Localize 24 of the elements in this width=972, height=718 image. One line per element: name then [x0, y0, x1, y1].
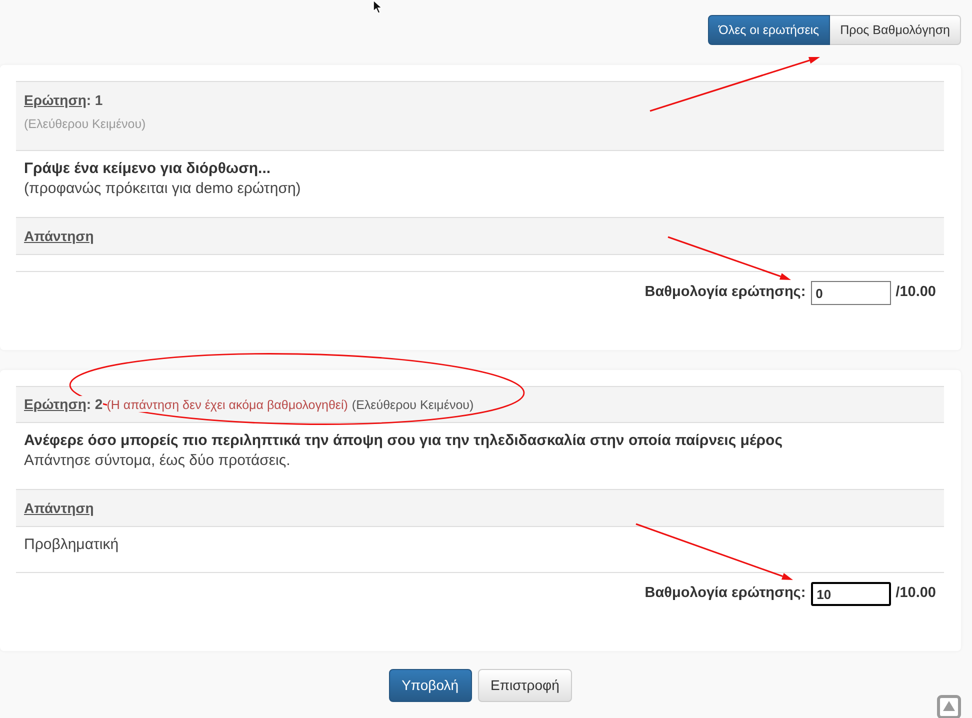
question-title: Ερώτηση: 2 — [24, 396, 103, 412]
question-note: Απάντησε σύντομα, έως δύο προτάσεις. — [24, 451, 290, 471]
filter-tab[interactable]: Προς Βαθμολόγηση — [830, 15, 961, 45]
question-type: (Ελεύθερου Κειμένου) — [24, 116, 146, 133]
question-note: (προφανώς πρόκειται για demo ερώτηση) — [24, 179, 301, 199]
question-text: Ανέφερε όσο μπορείς πιο περιληπτικά την άποψη σου για την τηλεδιδασκαλία στην οποία παίρνεις μέρος — [24, 431, 782, 451]
score-input[interactable]: 0 — [810, 281, 891, 305]
submit-button[interactable]: Υποβολή — [388, 669, 472, 702]
question-text: Γράψε ένα κείμενο για διόρθωση... — [24, 159, 271, 179]
back-button[interactable]: Επιστροφή — [478, 669, 572, 702]
mouse-cursor-icon — [373, 0, 385, 14]
answer-text: Προβληματική — [24, 535, 119, 555]
grading-status: (Η απάντηση δεν έχει ακόμα βαθμολογηθεί) — [106, 398, 348, 412]
scroll-top-icon[interactable] — [937, 695, 961, 718]
score-label: Βαθμολογία ερώτησης: — [644, 584, 806, 604]
answer-heading: Απάντηση — [24, 500, 94, 516]
filter-tab[interactable]: Όλες οι ερωτήσεις — [708, 15, 830, 45]
score-label: Βαθμολογία ερώτησης: — [644, 283, 806, 302]
question-title: Ερώτηση: 1 — [24, 92, 103, 108]
question-type: (Ελεύθερου Κειμένου) — [352, 398, 474, 412]
score-input[interactable]: 10 — [810, 582, 891, 606]
score-max: /10.00 — [896, 584, 936, 604]
answer-heading: Απάντηση — [24, 228, 94, 244]
score-max: /10.00 — [896, 283, 936, 302]
